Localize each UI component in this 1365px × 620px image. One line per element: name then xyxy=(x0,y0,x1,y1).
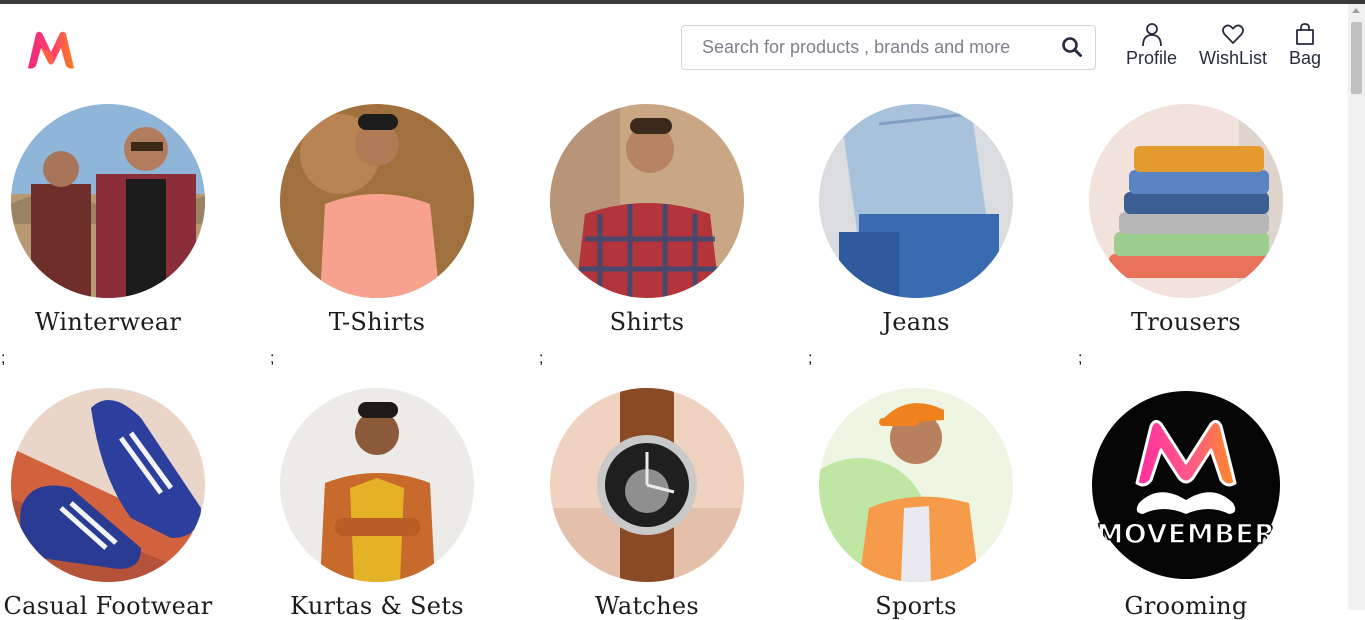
heart-icon xyxy=(1222,24,1244,44)
category-image-casual-footwear xyxy=(11,388,205,582)
category-card-sports[interactable]: Sports xyxy=(781,388,1051,620)
category-image-grooming: MOVEMBER xyxy=(1089,388,1283,582)
category-image-watches xyxy=(550,388,744,582)
separator-text: ; xyxy=(539,350,544,367)
category-image-winterwear xyxy=(11,104,205,298)
site-header: Profile WishList Bag xyxy=(0,4,1348,92)
category-image-kurtas-sets xyxy=(280,388,474,582)
separator-text: ; xyxy=(270,350,275,367)
scroll-thumb[interactable] xyxy=(1351,22,1362,94)
category-label: Kurtas & Sets xyxy=(290,592,464,620)
category-card-grooming[interactable]: MOVEMBER Grooming xyxy=(1051,388,1321,620)
category-label: Trousers xyxy=(1130,308,1242,336)
category-label: Sports xyxy=(875,592,957,620)
category-card-casual-footwear[interactable]: Casual Footwear xyxy=(0,388,243,620)
category-image-trousers xyxy=(1089,104,1283,298)
category-label: T-Shirts xyxy=(328,308,426,336)
nav-wishlist[interactable]: WishList xyxy=(1199,22,1267,69)
category-grid: Winterwear T-Shirts Shirts Jeans Trouser… xyxy=(0,92,1348,620)
category-label: Casual Footwear xyxy=(3,592,213,620)
search-bar xyxy=(681,25,1096,70)
movember-badge: MOVEMBER xyxy=(1096,518,1276,551)
category-label: Winterwear xyxy=(34,308,182,336)
nav-wishlist-label: WishList xyxy=(1199,48,1268,68)
category-card-kurtas-sets[interactable]: Kurtas & Sets xyxy=(242,388,512,620)
category-label: Grooming xyxy=(1124,592,1248,620)
category-card-shirts[interactable]: Shirts xyxy=(512,104,782,336)
category-label: Shirts xyxy=(609,308,685,336)
user-icon xyxy=(1141,23,1162,46)
category-label: Watches xyxy=(594,592,700,620)
scroll-up-icon[interactable] xyxy=(1352,8,1360,13)
bag-icon xyxy=(1296,23,1314,45)
category-label: Jeans xyxy=(882,308,950,336)
search-icon[interactable] xyxy=(1061,36,1085,60)
category-image-sports xyxy=(819,388,1013,582)
category-image-tshirts xyxy=(280,104,474,298)
nav-profile[interactable]: Profile xyxy=(1126,22,1177,69)
category-card-trousers[interactable]: Trousers xyxy=(1051,104,1321,336)
nav-profile-label: Profile xyxy=(1126,48,1178,68)
nav-bag-label: Bag xyxy=(1289,48,1322,68)
category-card-tshirts[interactable]: T-Shirts xyxy=(242,104,512,336)
myntra-logo[interactable] xyxy=(24,30,78,70)
category-image-jeans xyxy=(819,104,1013,298)
separator-text: ; xyxy=(1,350,6,367)
nav-bag[interactable]: Bag xyxy=(1289,22,1321,69)
separator-text: ; xyxy=(1078,350,1083,367)
category-image-shirts xyxy=(550,104,744,298)
category-card-watches[interactable]: Watches xyxy=(512,388,782,620)
category-card-jeans[interactable]: Jeans xyxy=(781,104,1051,336)
search-input[interactable] xyxy=(702,26,1042,69)
separator-text: ; xyxy=(808,350,813,367)
page-scrollbar[interactable] xyxy=(1348,4,1365,610)
category-card-winterwear[interactable]: Winterwear xyxy=(0,104,243,336)
